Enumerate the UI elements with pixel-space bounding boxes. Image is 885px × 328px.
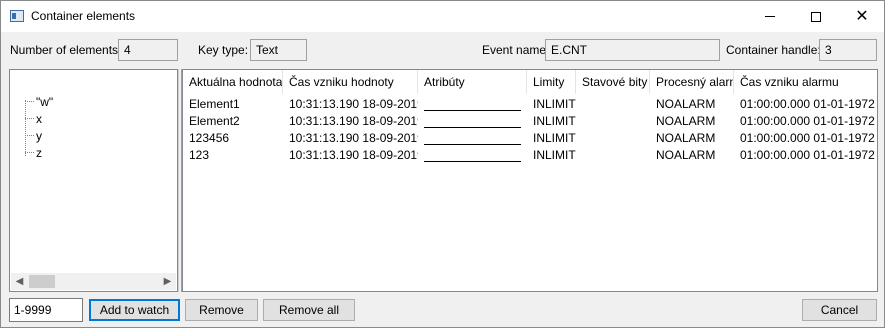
event-name-field: E.CNT xyxy=(545,39,720,61)
column-header[interactable]: Procesný alarm xyxy=(650,70,734,94)
cell-value-time: 10:31:13.190 18-09-2019 xyxy=(289,131,418,145)
cell-process-alarm: NOALARM xyxy=(656,131,716,145)
tree-item[interactable]: x xyxy=(25,110,42,127)
container-elements-window: Container elements ✕ Number of elements:… xyxy=(0,0,885,328)
scroll-left-icon[interactable]: ◀ xyxy=(11,273,28,290)
tree-item[interactable]: "w" xyxy=(25,93,53,110)
remove-all-button[interactable]: Remove all xyxy=(263,299,355,321)
maximize-button[interactable] xyxy=(793,1,839,32)
cancel-button[interactable]: Cancel xyxy=(802,299,877,321)
cell-value: 123 xyxy=(189,148,210,162)
column-header[interactable]: Čas vzniku hodnoty xyxy=(283,70,418,94)
cell-limits: INLIMIT xyxy=(533,148,576,162)
tree-item-label: x xyxy=(36,111,42,126)
scroll-thumb[interactable] xyxy=(29,275,55,288)
cell-value: Element2 xyxy=(189,114,240,128)
key-type-field: Text xyxy=(250,39,307,61)
window-title: Container elements xyxy=(31,9,136,23)
tree-item[interactable]: z xyxy=(25,144,42,161)
table-header: Aktuálna hodnota Čas vzniku hodnoty Atri… xyxy=(183,70,877,94)
table-row[interactable]: 123 10:31:13.190 18-09-2019 INLIMIT NOAL… xyxy=(183,147,877,164)
cell-value: Element1 xyxy=(189,97,240,111)
cell-status-bits xyxy=(576,96,650,113)
cell-value-time: 10:31:13.190 18-09-2019 xyxy=(289,114,418,128)
app-window-icon xyxy=(10,10,24,22)
cell-process-alarm: NOALARM xyxy=(656,97,716,111)
cell-value-time: 10:31:13.190 18-09-2019 xyxy=(289,97,418,111)
container-handle-label: Container handle: xyxy=(726,43,821,57)
cell-value-time: 10:31:13.190 18-09-2019 xyxy=(289,148,418,162)
minimize-icon xyxy=(765,16,775,17)
remove-button[interactable]: Remove xyxy=(185,299,258,321)
add-to-watch-button[interactable]: Add to watch xyxy=(89,299,180,321)
num-elements-label: Number of elements: xyxy=(10,43,122,57)
column-header[interactable]: Limity xyxy=(527,70,576,94)
tree-item-label: z xyxy=(36,145,42,160)
event-name-label: Event name: xyxy=(482,43,550,57)
cell-alarm-time: 01:00:00.000 01-01-1972 xyxy=(740,114,875,128)
num-elements-field: 4 xyxy=(118,39,178,61)
cell-alarm-time: 01:00:00.000 01-01-1972 xyxy=(740,97,875,111)
tree-horizontal-scrollbar[interactable]: ◀ ▶ xyxy=(11,273,176,290)
element-tree[interactable]: "w" x y z ◀ ▶ xyxy=(9,69,178,292)
attribute-bar xyxy=(424,144,521,145)
maximize-icon xyxy=(811,11,821,22)
container-handle-field: 3 xyxy=(819,39,877,61)
cell-attributes xyxy=(418,130,527,147)
close-icon: ✕ xyxy=(855,7,869,25)
scroll-right-icon[interactable]: ▶ xyxy=(159,273,176,290)
elements-table: Aktuálna hodnota Čas vzniku hodnoty Atri… xyxy=(182,69,878,292)
close-button[interactable]: ✕ xyxy=(839,1,885,32)
tree-item-label: "w" xyxy=(36,94,54,109)
table-row[interactable]: Element2 10:31:13.190 18-09-2019 INLIMIT… xyxy=(183,113,877,130)
column-header[interactable]: Stavové bity xyxy=(576,70,650,94)
table-body: Element1 10:31:13.190 18-09-2019 INLIMIT… xyxy=(183,96,877,164)
table-row[interactable]: Element1 10:31:13.190 18-09-2019 INLIMIT… xyxy=(183,96,877,113)
attribute-bar xyxy=(424,127,521,128)
attribute-bar xyxy=(424,110,521,111)
attribute-bar xyxy=(424,161,521,162)
table-row[interactable]: 123456 10:31:13.190 18-09-2019 INLIMIT N… xyxy=(183,130,877,147)
cell-status-bits xyxy=(576,130,650,147)
cell-alarm-time: 01:00:00.000 01-01-1972 xyxy=(740,131,875,145)
column-header[interactable]: Aktuálna hodnota xyxy=(183,70,283,94)
minimize-button[interactable] xyxy=(747,1,793,32)
range-input[interactable]: 1-9999 xyxy=(9,298,83,322)
cell-alarm-time: 01:00:00.000 01-01-1972 xyxy=(740,148,875,162)
column-header[interactable]: Atribúty xyxy=(418,70,527,94)
cell-limits: INLIMIT xyxy=(533,114,576,128)
cell-attributes xyxy=(418,96,527,113)
cell-status-bits xyxy=(576,147,650,164)
cell-limits: INLIMIT xyxy=(533,131,576,145)
cell-process-alarm: NOALARM xyxy=(656,114,716,128)
column-header[interactable]: Čas vzniku alarmu xyxy=(734,70,877,94)
cell-status-bits xyxy=(576,113,650,130)
key-type-label: Key type: xyxy=(198,43,249,57)
title-bar: Container elements ✕ xyxy=(1,1,884,32)
tree-item[interactable]: y xyxy=(25,127,42,144)
tree-item-label: y xyxy=(36,128,42,143)
cell-value: 123456 xyxy=(189,131,230,145)
cell-attributes xyxy=(418,147,527,164)
cell-attributes xyxy=(418,113,527,130)
cell-limits: INLIMIT xyxy=(533,97,576,111)
cell-process-alarm: NOALARM xyxy=(656,148,716,162)
